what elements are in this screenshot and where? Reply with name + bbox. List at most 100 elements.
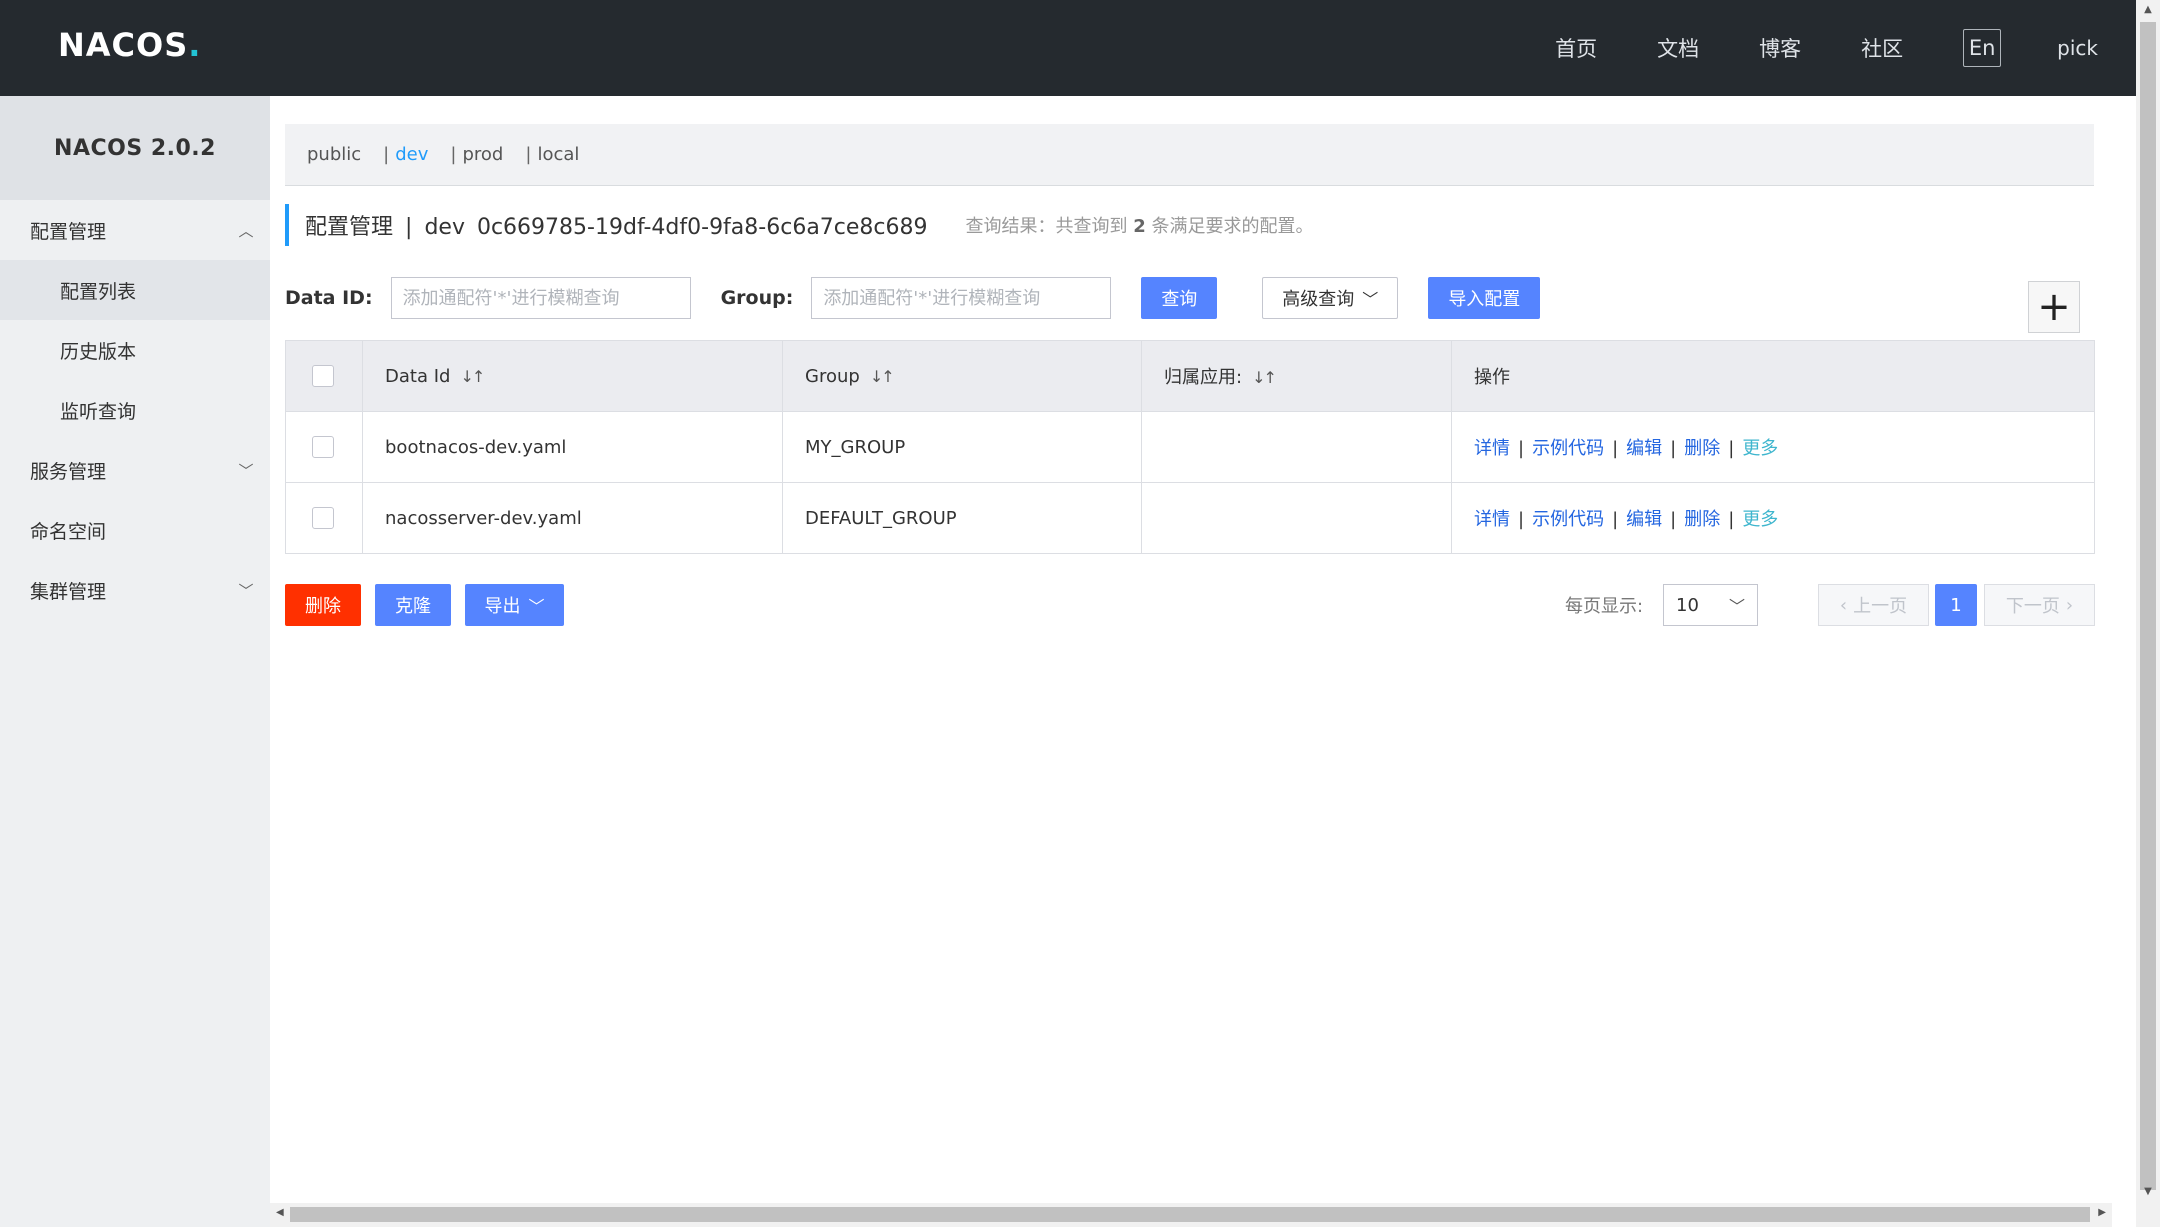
group-input[interactable] (811, 277, 1112, 319)
sort-icon[interactable]: ↓↑ (1252, 368, 1277, 387)
row-select-cell (285, 482, 363, 554)
query-result-info: 查询结果：共查询到 2 条满足要求的配置。 (966, 212, 1314, 238)
sample-code-link[interactable]: 示例代码 (1532, 438, 1604, 459)
chevron-left-icon: ‹ (1839, 594, 1848, 616)
nav-home[interactable]: 首页 (1555, 33, 1597, 63)
column-label: Data Id (385, 365, 451, 387)
add-config-button[interactable]: + (2028, 281, 2080, 333)
sample-code-link[interactable]: 示例代码 (1532, 509, 1604, 530)
more-link[interactable]: 更多 (1742, 438, 1778, 459)
data-id-cell: bootnacos-dev.yaml (362, 411, 783, 483)
current-page-button[interactable]: 1 (1935, 584, 1977, 626)
next-page-button[interactable]: 下一页 › (1984, 584, 2095, 626)
config-table: Data Id ↓↑ Group ↓↑ 归属应用: ↓↑ 操作 bootnacos-d… (285, 340, 2095, 554)
horizontal-scrollbar[interactable]: ◀ ▶ (270, 1203, 2112, 1227)
app-cell (1141, 482, 1452, 554)
nav-community[interactable]: 社区 (1861, 33, 1903, 63)
row-checkbox[interactable] (312, 507, 334, 529)
action-separator: | (1670, 509, 1677, 530)
language-switch-button[interactable]: En (1963, 29, 2002, 67)
prev-page-button[interactable]: ‹ 上一页 (1818, 584, 1929, 626)
sidebar-version-title: NACOS 2.0.2 (0, 96, 270, 200)
scroll-left-arrow-icon[interactable]: ◀ (276, 1207, 284, 1218)
scroll-right-arrow-icon[interactable]: ▶ (2098, 1207, 2106, 1218)
sort-icon[interactable]: ↓↑ (870, 367, 895, 386)
query-button[interactable]: 查询 (1141, 277, 1218, 319)
page-size-value: 10 (1676, 594, 1699, 616)
edit-link[interactable]: 编辑 (1626, 438, 1662, 459)
data-id-input[interactable] (390, 277, 691, 319)
scroll-down-arrow-icon[interactable]: ▼ (2136, 1186, 2160, 1197)
clone-button[interactable]: 克隆 (375, 584, 451, 626)
advanced-query-button[interactable]: 高级查询 ﹀ (1262, 277, 1399, 319)
nav-docs[interactable]: 文档 (1657, 33, 1699, 63)
sidebar-group-cluster-management[interactable]: 集群管理 ﹀ (0, 560, 270, 620)
delete-link[interactable]: 删除 (1684, 509, 1720, 530)
chevron-down-icon: ﹀ (1728, 597, 1745, 616)
app-cell (1141, 411, 1452, 483)
select-all-checkbox[interactable] (312, 365, 334, 387)
page-size-select[interactable]: 10 ﹀ (1663, 584, 1758, 626)
user-menu[interactable]: pick (2057, 36, 2098, 60)
chevron-down-icon: ﹀ (238, 581, 254, 600)
more-link[interactable]: 更多 (1742, 509, 1778, 530)
sidebar-group-label: 服务管理 (30, 460, 107, 483)
table-footer: 删除 克隆 导出 ﹀ 每页显示: 10 ﹀ ‹ 上一页 1 下一页 › (285, 584, 2095, 626)
current-namespace: dev (424, 215, 465, 240)
group-cell: MY_GROUP (782, 411, 1142, 483)
sidebar-item-history[interactable]: 历史版本 (0, 320, 270, 380)
page-size-label: 每页显示: (1565, 596, 1644, 617)
sidebar-group-service-management[interactable]: 服务管理 ﹀ (0, 440, 270, 500)
table-row: bootnacos-dev.yaml MY_GROUP 详情 | 示例代码 | 编辑 | 删… (285, 411, 2095, 483)
page-title-row: 配置管理 | dev 0c669785-19df-4df0-9fa8-6c6a7ce8… (285, 204, 1314, 246)
sidebar-item-listener-query[interactable]: 监听查询 (0, 380, 270, 440)
column-group[interactable]: Group ↓↑ (782, 340, 1142, 412)
result-suffix: 条满足要求的配置。 (1151, 216, 1314, 237)
scroll-up-arrow-icon[interactable]: ▲ (2136, 4, 2160, 15)
namespace-id: 0c669785-19df-4df0-9fa8-6c6a7ce8c689 (476, 215, 928, 240)
prev-page-label: 上一页 (1853, 596, 1908, 617)
table-row: nacosserver-dev.yaml DEFAULT_GROUP 详情 | 示例… (285, 482, 2095, 554)
vertical-scroll-thumb[interactable] (2140, 22, 2156, 1190)
sidebar: NACOS 2.0.2 配置管理 ︿ 配置列表 历史版本 监听查询 服务管理 ﹀… (0, 96, 270, 1227)
nav-blog[interactable]: 博客 (1759, 33, 1801, 63)
import-config-button[interactable]: 导入配置 (1428, 277, 1541, 319)
sidebar-group-label: 命名空间 (30, 520, 107, 543)
table-header-row: Data Id ↓↑ Group ↓↑ 归属应用: ↓↑ 操作 (285, 340, 2095, 412)
chevron-down-icon: ﹀ (528, 597, 545, 616)
vertical-scrollbar[interactable]: ▲ ▼ (2136, 0, 2160, 1227)
column-actions: 操作 (1451, 340, 2095, 412)
top-nav: 首页 文档 博客 社区 En pick (1555, 0, 2136, 96)
column-label: 归属应用: (1164, 367, 1243, 388)
sidebar-group-namespace[interactable]: 命名空间 (0, 500, 270, 560)
column-app[interactable]: 归属应用: ↓↑ (1141, 340, 1452, 412)
action-separator: | (1728, 438, 1735, 459)
row-checkbox[interactable] (312, 436, 334, 458)
column-label: 操作 (1474, 367, 1510, 388)
action-separator: | (1518, 438, 1525, 459)
row-select-cell (285, 411, 363, 483)
logo-dot: . (188, 26, 202, 64)
plus-icon: + (2037, 284, 2071, 330)
delete-link[interactable]: 删除 (1684, 438, 1720, 459)
action-separator: | (1518, 509, 1525, 530)
edit-link[interactable]: 编辑 (1626, 509, 1662, 530)
detail-link[interactable]: 详情 (1474, 509, 1510, 530)
sort-icon[interactable]: ↓↑ (460, 367, 485, 386)
namespace-prod[interactable]: prod (462, 144, 503, 165)
batch-delete-button[interactable]: 删除 (285, 584, 361, 626)
sidebar-group-config-management[interactable]: 配置管理 ︿ (0, 200, 270, 260)
sidebar-group-label: 配置管理 (30, 220, 107, 243)
group-cell: DEFAULT_GROUP (782, 482, 1142, 554)
chevron-down-icon: ﹀ (1362, 290, 1379, 309)
export-button[interactable]: 导出 ﹀ (465, 584, 564, 626)
nacos-logo[interactable]: NACOS. (58, 26, 201, 66)
namespace-dev[interactable]: dev (395, 144, 428, 165)
namespace-local[interactable]: local (537, 144, 579, 165)
chevron-up-icon: ︿ (238, 221, 254, 240)
horizontal-scroll-thumb[interactable] (290, 1207, 2090, 1222)
namespace-public[interactable]: public (307, 144, 361, 165)
sidebar-item-config-list[interactable]: 配置列表 (0, 260, 270, 320)
column-data-id[interactable]: Data Id ↓↑ (362, 340, 783, 412)
detail-link[interactable]: 详情 (1474, 438, 1510, 459)
